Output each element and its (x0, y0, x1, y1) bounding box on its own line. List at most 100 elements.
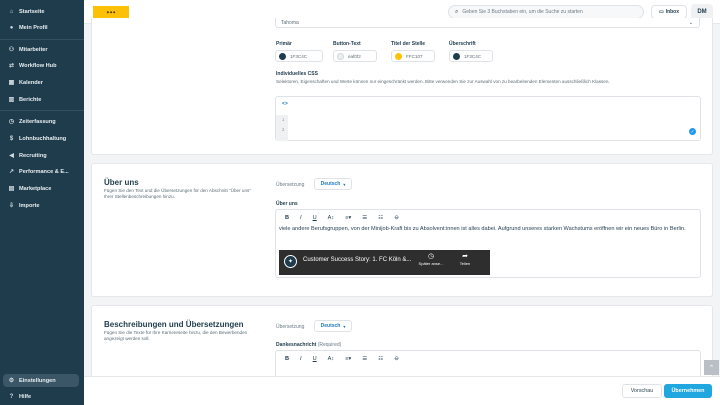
sidebar-item-label: Importe (19, 202, 40, 209)
inbox-button[interactable]: ▭ Inbox (651, 5, 687, 19)
sidebar-item-kalender[interactable]: ▦ Kalender (0, 76, 84, 89)
bullet-list-icon[interactable]: ☷ (378, 215, 383, 221)
sidebar-item-hilfe[interactable]: ? Hilfe (0, 390, 84, 403)
trend-icon: ↗ (8, 169, 15, 175)
color-swatch[interactable] (395, 52, 402, 60)
sidebar-item-label: Startseite (19, 8, 45, 15)
color-label-primary: Primär (276, 41, 292, 47)
sidebar-item-recruiting[interactable]: ◀ Recruiting (0, 149, 84, 162)
sidebar-item-startseite[interactable]: ⌂ Startseite (0, 5, 84, 18)
language-select[interactable]: Deutsch ▾ (314, 320, 352, 332)
link-icon[interactable]: ⊖ (394, 356, 399, 362)
sidebar-item-label: Kalender (19, 79, 43, 86)
italic-icon[interactable]: I (300, 356, 302, 362)
sidebar-item-performance[interactable]: ↗ Performance & E... (0, 165, 84, 178)
font-size-icon[interactable]: A↕ (328, 356, 335, 362)
gear-icon: ⚙ (8, 378, 15, 384)
chevron-down-icon: ▾ (343, 181, 346, 187)
share-button[interactable]: ➦ Teilen (452, 253, 478, 266)
font-size-icon[interactable]: A↕ (328, 215, 335, 221)
language-select[interactable]: Deutsch ▾ (314, 178, 352, 190)
sidebar-item-workflow-hub[interactable]: ⇄ Workflow Hub (0, 59, 84, 72)
color-value: eaf0f2 (348, 53, 361, 59)
bullet-list-icon[interactable]: ☷ (378, 356, 383, 362)
underline-icon[interactable]: U (313, 356, 317, 362)
align-icon[interactable]: ≡▾ (345, 356, 351, 362)
chevron-up-icon: ⌃ (708, 364, 715, 372)
primary-color-field[interactable]: 1F3C4C (275, 50, 323, 62)
color-value: 1F3C4C (464, 53, 482, 59)
company-logo[interactable]: ◆ ◆ ◆ (93, 6, 129, 18)
scroll-to-top-button[interactable]: ⌃ (704, 360, 719, 375)
heading-color-field[interactable]: 1F3C4C (449, 50, 493, 62)
custom-css-label: Individuelles CSS (276, 71, 318, 77)
code-view-button[interactable]: <> (282, 101, 288, 107)
preview-button[interactable]: Vorschau (622, 384, 662, 398)
ordered-list-icon[interactable]: ☰ (362, 215, 367, 221)
sidebar-item-label: Mitarbeiter (19, 46, 48, 53)
search-input[interactable]: ⌕ Geben Sie 3 Buchstaben ein, um die Suc… (448, 5, 644, 19)
search-placeholder: Geben Sie 3 Buchstaben ein, um die Suche… (462, 9, 583, 15)
link-icon[interactable]: ⊖ (394, 215, 399, 221)
section-title: Beschreibungen und Übersetzungen (104, 320, 244, 329)
watch-later-button[interactable]: ◷ Später anse... (418, 253, 444, 266)
sidebar-item-mein-profil[interactable]: ● Mein Profil (0, 21, 84, 34)
custom-css-hint: Selektoren, Eigenschaften und Werte könn… (276, 79, 610, 84)
video-title: Customer Success Story: 1. FC Köln &... (303, 257, 412, 263)
apply-button[interactable]: Übernehmen (664, 384, 712, 398)
color-label-button-text: Button-Text (333, 41, 361, 47)
inbox-icon: ▭ (658, 9, 664, 15)
editor-toolbar: B I U A↕ ≡▾ ☰ ☷ ⊖ (276, 351, 410, 366)
font-select-value: Tahoma (281, 19, 299, 26)
sidebar: ⌂ Startseite ● Mein Profil ⚇ Mitarbeiter ⇄ W… (0, 0, 84, 405)
job-title-color-field[interactable]: FFC107 (391, 50, 435, 62)
about-rich-text-editor[interactable]: B I U A↕ ≡▾ ☰ ☷ ⊖ viele andere Berufsgru… (275, 209, 701, 278)
bold-icon[interactable]: B (285, 356, 289, 362)
translation-label: Übersetzung (276, 182, 305, 188)
clock-icon: ◷ (427, 253, 435, 260)
editor-assist-icon[interactable]: ✓ (689, 128, 696, 135)
thank-you-field-label: Dankesnachricht (Required) (276, 342, 341, 348)
sidebar-item-einstellungen[interactable]: ⚙ Einstellungen (3, 374, 79, 387)
sidebar-item-lohnbuchhaltung[interactable]: $ Lohnbuchhaltung (0, 132, 84, 145)
color-label-heading: Überschrift (449, 41, 476, 47)
italic-icon[interactable]: I (300, 215, 302, 221)
sidebar-divider (0, 110, 84, 111)
translation-label: Übersetzung (276, 324, 305, 330)
bottom-action-bar: Vorschau Übernehmen (84, 376, 720, 405)
color-swatch[interactable] (279, 52, 286, 60)
inbox-label: Inbox (665, 9, 680, 15)
css-editor[interactable]: <> 1 2 ✓ (275, 96, 701, 141)
clock-icon: ◷ (8, 119, 15, 125)
sidebar-item-mitarbeiter[interactable]: ⚇ Mitarbeiter (0, 43, 84, 56)
sidebar-item-label: Berichte (19, 96, 42, 103)
button-text-color-field[interactable]: eaf0f2 (333, 50, 377, 62)
house-icon: ⌂ (9, 8, 14, 15)
sidebar-item-berichte[interactable]: ▥ Berichte (0, 93, 84, 106)
line-number: 2 (282, 127, 285, 132)
chart-icon: ▥ (8, 97, 15, 103)
line-number: 1 (282, 117, 285, 122)
about-body-text[interactable]: viele andere Berufsgruppen, von der Mini… (279, 225, 695, 233)
color-swatch[interactable] (453, 52, 460, 60)
embedded-video[interactable]: ✦ Customer Success Story: 1. FC Köln &..… (279, 250, 490, 275)
font-select[interactable]: Tahoma ⌄ (275, 18, 700, 28)
sidebar-item-label: Einstellungen (19, 377, 56, 384)
megaphone-icon: ◀ (9, 153, 14, 159)
watch-later-label: Später anse... (418, 261, 444, 266)
sidebar-item-importe[interactable]: ⇩ Importe (0, 199, 84, 212)
align-icon[interactable]: ≡▾ (345, 215, 351, 221)
sidebar-item-label: Marketplace (19, 185, 52, 192)
import-icon: ⇩ (8, 203, 15, 209)
editor-toolbar: B I U A↕ ≡▾ ☰ ☷ ⊖ (276, 210, 410, 225)
sidebar-item-label: Hilfe (19, 393, 32, 400)
bold-icon[interactable]: B (285, 215, 289, 221)
color-swatch[interactable] (337, 52, 344, 60)
calendar-icon: ▦ (8, 80, 15, 86)
sidebar-item-label: Zeiterfassung (19, 118, 56, 125)
underline-icon[interactable]: U (313, 215, 317, 221)
ordered-list-icon[interactable]: ☰ (362, 356, 367, 362)
sidebar-item-zeiterfassung[interactable]: ◷ Zeiterfassung (0, 115, 84, 128)
required-label: (Required) (317, 342, 342, 348)
sidebar-item-marketplace[interactable]: ▤ Marketplace (0, 182, 84, 195)
